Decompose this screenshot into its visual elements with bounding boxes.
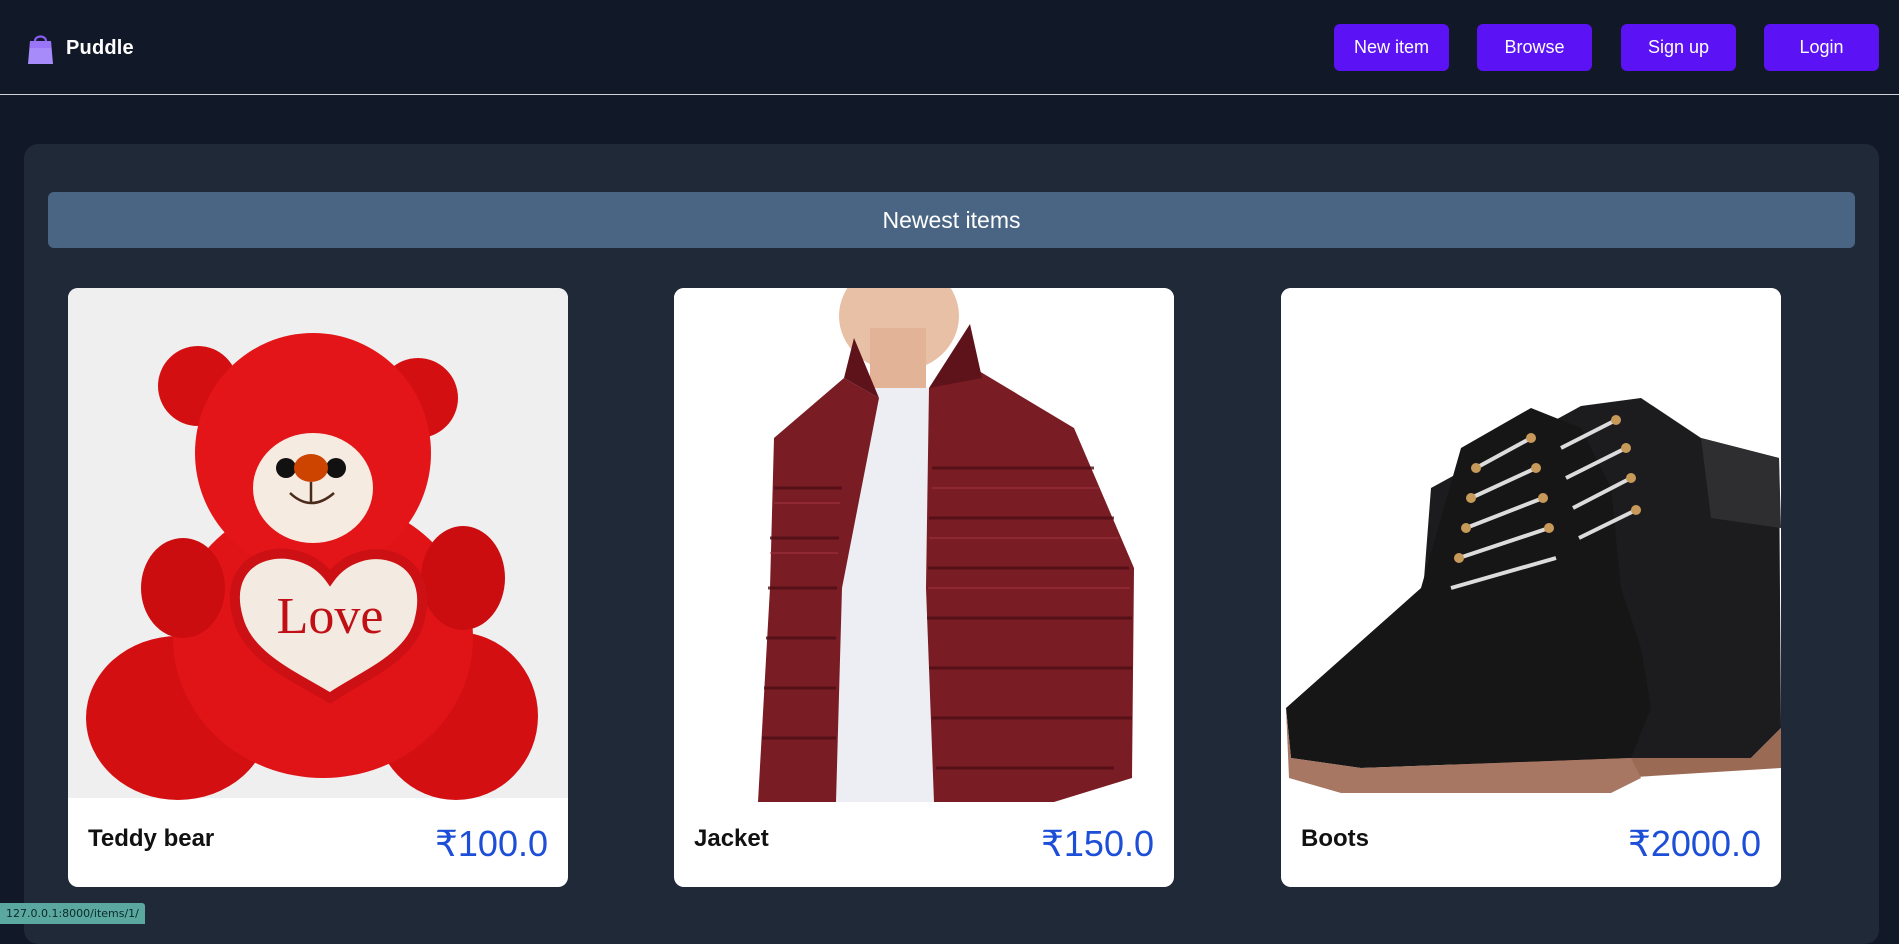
sign-up-button[interactable]: Sign up [1621,24,1736,71]
item-name: Boots [1301,825,1369,852]
item-card-jacket[interactable]: Jacket ₹150.0 [674,288,1174,887]
login-button[interactable]: Login [1764,24,1879,71]
shopping-bag-icon [28,35,53,64]
item-price: ₹150.0 [1041,823,1154,864]
item-name: Jacket [694,825,769,852]
jacket-image [674,288,1174,802]
item-price: ₹2000.0 [1627,823,1761,864]
brand-name: Puddle [66,36,134,59]
boots-image [1281,288,1781,802]
new-item-button[interactable]: New item [1334,24,1449,71]
brand-link[interactable]: Puddle [27,30,134,66]
teddy-bear-image: Love [68,288,568,800]
section-title: Newest items [48,192,1855,248]
status-bar-url: 127.0.0.1:8000/items/1/ [0,903,145,924]
item-card-teddy-bear[interactable]: Love Teddy bear ₹100.0 [68,288,568,887]
browse-button[interactable]: Browse [1477,24,1592,71]
svg-text:Love: Love [277,588,384,645]
navbar: Puddle New item Browse Sign up Login [0,0,1899,95]
item-price: ₹100.0 [435,823,548,864]
item-card-boots[interactable]: Boots ₹2000.0 [1281,288,1781,887]
item-name: Teddy bear [88,825,215,852]
